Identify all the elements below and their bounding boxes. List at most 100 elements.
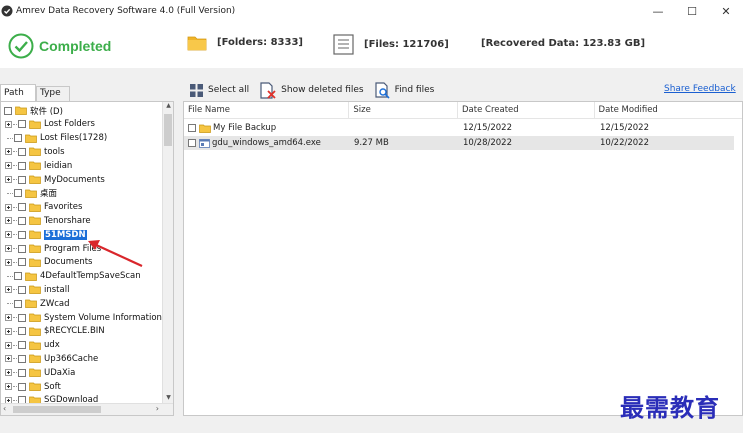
expand-icon[interactable] [5, 258, 12, 266]
tree-item-checkbox[interactable] [18, 368, 26, 377]
tree-item-checkbox[interactable] [18, 147, 26, 156]
folder-icon [25, 272, 37, 281]
tree-item-label: Favorites [44, 202, 83, 213]
tree-item[interactable]: tools [1, 145, 65, 158]
tree-item-checkbox[interactable] [14, 299, 22, 308]
tree-item-checkbox[interactable] [18, 382, 26, 391]
tree-item-checkbox[interactable] [18, 203, 26, 212]
tree-item[interactable]: udx [1, 339, 60, 352]
tree-item-checkbox[interactable] [18, 175, 26, 184]
tree-item-checkbox[interactable] [14, 134, 22, 143]
scroll-right-icon[interactable]: › [156, 404, 159, 413]
tree-item[interactable]: Documents [1, 256, 92, 269]
tree-item-label: UDaXia [44, 367, 76, 378]
tree-item-checkbox[interactable] [18, 216, 26, 225]
select-all-button[interactable]: Select all [189, 83, 249, 98]
tree-item-label: $RECYCLE.BIN [44, 326, 105, 337]
tree-item-label: udx [44, 340, 60, 351]
folder-icon [29, 341, 41, 350]
minimize-button[interactable]: — [641, 0, 675, 22]
tree-item[interactable]: Up366Cache [1, 352, 98, 365]
show-deleted-files-button[interactable]: Show deleted files [259, 81, 364, 99]
expand-icon[interactable] [5, 341, 12, 349]
completed-status: Completed [8, 33, 111, 59]
expand-icon[interactable] [5, 369, 12, 377]
tree-item[interactable]: 4DefaultTempSaveScan [1, 270, 141, 283]
tree-item-checkbox[interactable] [4, 106, 12, 115]
expand-icon[interactable] [5, 231, 12, 239]
tree-horizontal-scrollbar[interactable]: ‹ › [1, 403, 173, 415]
tree-item-checkbox[interactable] [18, 354, 26, 363]
tree-item[interactable]: Lost Files(1728) [1, 132, 107, 145]
share-feedback-link[interactable]: Share Feedback [664, 84, 736, 94]
folder-icon [29, 148, 41, 157]
file-date-created: 10/28/2022 [463, 138, 512, 148]
expand-icon[interactable] [5, 245, 12, 252]
tree-item[interactable]: Tenorshare [1, 214, 91, 227]
tree-item[interactable]: install [1, 283, 69, 296]
tree-item-checkbox[interactable] [14, 189, 22, 198]
expand-icon[interactable] [5, 383, 12, 390]
tree-item-label: System Volume Information [44, 312, 162, 323]
tree-item-checkbox[interactable] [18, 244, 26, 253]
file-date-modified: 10/22/2022 [600, 138, 649, 148]
expand-icon[interactable] [5, 120, 12, 128]
file-checkbox[interactable] [188, 139, 196, 147]
tree-item[interactable]: leidian [1, 159, 72, 172]
tree-item-label: Tenorshare [44, 215, 91, 226]
folder-icon [199, 124, 211, 133]
tab-type[interactable]: Type [36, 86, 70, 101]
tree-item-checkbox[interactable] [14, 272, 22, 281]
tree-item[interactable]: Lost Folders [1, 118, 95, 131]
tab-path[interactable]: Path [0, 84, 36, 102]
hscroll-thumb[interactable] [13, 406, 101, 413]
scroll-left-icon[interactable]: ‹ [3, 404, 6, 413]
tree-vertical-scrollbar[interactable]: ▲ ▼ [162, 102, 173, 404]
column-file-name[interactable]: File Name [184, 102, 350, 119]
tree-item[interactable]: ZWcad [1, 297, 70, 310]
find-files-button[interactable]: Find files [374, 81, 434, 99]
table-row[interactable]: My File Backup 12/15/2022 12/15/2022 [184, 121, 734, 135]
expand-icon[interactable] [5, 162, 12, 170]
tree-item[interactable]: 软件 (D) [1, 104, 63, 117]
file-list: File Name Size Date Created Date Modifie… [183, 101, 743, 416]
tree-item[interactable]: UDaXia [1, 366, 75, 379]
close-button[interactable]: ✕ [709, 0, 743, 22]
tree-item-checkbox[interactable] [18, 120, 26, 129]
tree-item[interactable]: 51MSDN [1, 228, 87, 241]
tree-item[interactable]: Soft [1, 380, 61, 393]
table-row[interactable]: gdu_windows_amd64.exe 9.27 MB 10/28/2022 10… [184, 136, 734, 150]
expand-icon[interactable] [5, 314, 12, 321]
scroll-up-icon[interactable]: ▲ [165, 102, 172, 112]
tree-item[interactable]: 桌面 [1, 187, 57, 200]
tree-item-checkbox[interactable] [18, 230, 26, 239]
scroll-thumb[interactable] [164, 114, 172, 146]
expand-icon[interactable] [5, 217, 12, 225]
tree-item[interactable]: $RECYCLE.BIN [1, 325, 105, 338]
grid-icon [190, 83, 203, 97]
tree-item[interactable]: Favorites [1, 201, 82, 214]
file-checkbox[interactable] [188, 124, 196, 132]
tree-item-checkbox[interactable] [18, 313, 26, 322]
expand-icon[interactable] [5, 355, 12, 363]
tree-item-checkbox[interactable] [18, 327, 26, 336]
maximize-button[interactable]: ☐ [675, 0, 709, 22]
column-date-created[interactable]: Date Created [458, 102, 595, 119]
tree-item[interactable]: System Volume Information [1, 311, 162, 324]
tree-item-label: Lost Files(1728) [40, 133, 108, 144]
tree-item-checkbox[interactable] [18, 341, 26, 350]
expand-icon[interactable] [5, 286, 12, 294]
expand-icon[interactable] [5, 148, 12, 156]
folder-icon [29, 175, 41, 184]
expand-icon[interactable] [5, 203, 12, 211]
column-size[interactable]: Size [349, 102, 459, 119]
tree-item-checkbox[interactable] [18, 161, 26, 170]
tree-item-label: Soft [44, 381, 61, 392]
tree-item-checkbox[interactable] [18, 258, 26, 267]
expand-icon[interactable] [5, 176, 12, 183]
tree-item-label: install [44, 284, 70, 295]
tree-item[interactable]: MyDocuments [1, 173, 105, 186]
tree-item-checkbox[interactable] [18, 285, 26, 294]
column-date-modified[interactable]: Date Modified [595, 102, 742, 119]
expand-icon[interactable] [5, 327, 12, 335]
